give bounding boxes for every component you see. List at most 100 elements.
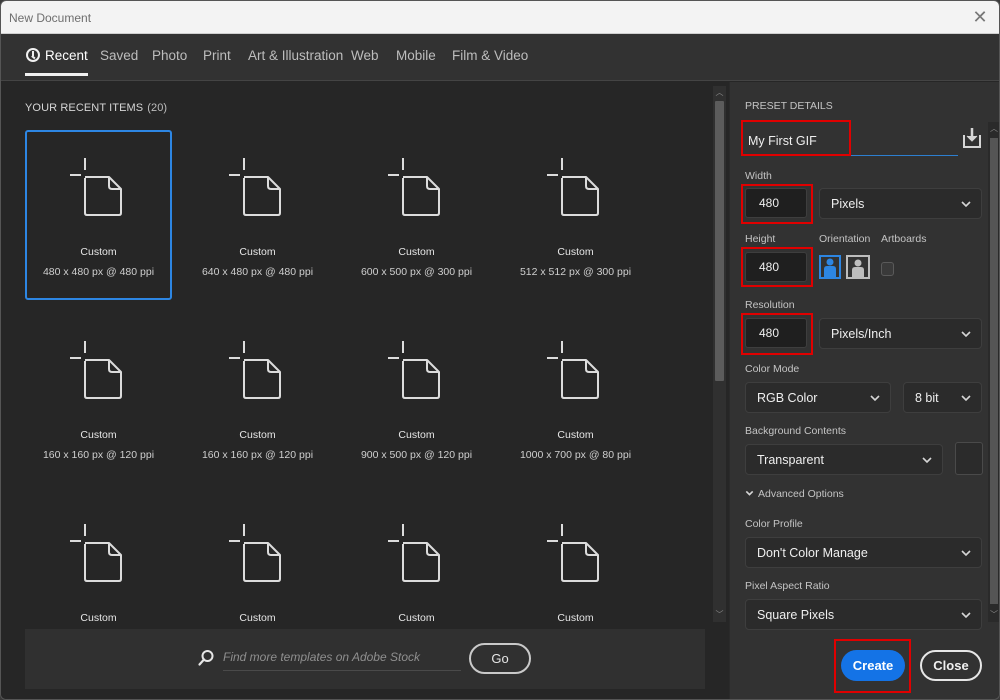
- portrait-icon: [824, 258, 836, 277]
- tab-print[interactable]: Print: [203, 48, 231, 63]
- stock-search-input[interactable]: [223, 643, 461, 671]
- title-bar: New Document ✕: [1, 1, 999, 34]
- document-icon: [547, 158, 599, 216]
- background-contents-select[interactable]: Transparent: [745, 444, 943, 475]
- recent-item-card[interactable]: Custom: [25, 496, 172, 622]
- recent-count: (20): [147, 102, 168, 114]
- document-icon: [547, 524, 599, 582]
- scroll-up-icon[interactable]: ︿: [988, 123, 999, 135]
- category-tabs: Recent Saved Photo Print Art & Illustrat…: [1, 34, 999, 81]
- document-name-input[interactable]: [742, 126, 958, 156]
- tab-label: Recent: [45, 48, 88, 63]
- color-mode-select[interactable]: RGB Color: [745, 382, 891, 413]
- recent-item-card[interactable]: Custom 160 x 160 px @ 120 ppi: [184, 313, 331, 483]
- artboards-checkbox[interactable]: [881, 262, 894, 276]
- preset-details-pane: PRESET DETAILS Width Pixels Height Orien…: [729, 82, 999, 699]
- tab-mobile[interactable]: Mobile: [396, 48, 436, 63]
- pixel-aspect-ratio-select[interactable]: Square Pixels: [745, 599, 982, 630]
- chevron-down-icon: [961, 550, 971, 557]
- scrollbar-thumb[interactable]: [990, 138, 998, 604]
- document-icon: [229, 341, 281, 399]
- search-icon: [198, 650, 214, 666]
- recent-item-dimensions: 160 x 160 px @ 120 ppi: [42, 449, 155, 461]
- landscape-orientation-button[interactable]: [846, 255, 870, 279]
- new-document-dialog: New Document ✕ Recent Saved Photo Print …: [0, 0, 1000, 700]
- recent-item-card[interactable]: Custom: [343, 496, 490, 622]
- stock-search-bar: Go: [25, 629, 705, 689]
- tab-photo[interactable]: Photo: [152, 48, 187, 63]
- document-icon: [547, 341, 599, 399]
- recent-item-card[interactable]: Custom: [502, 496, 649, 622]
- clock-icon: [26, 48, 40, 62]
- go-button[interactable]: Go: [469, 643, 531, 674]
- document-icon: [70, 341, 122, 399]
- resolution-unit-value: Pixels/Inch: [831, 327, 892, 341]
- scrollbar-thumb[interactable]: [715, 101, 724, 381]
- background-contents-label: Background Contents: [745, 425, 846, 437]
- recent-item-card[interactable]: Custom 160 x 160 px @ 120 ppi: [25, 313, 172, 483]
- document-icon: [70, 524, 122, 582]
- width-input[interactable]: [745, 188, 807, 218]
- chevron-down-icon: [961, 395, 971, 402]
- recent-item-dimensions: 640 x 480 px @ 480 ppi: [201, 266, 314, 278]
- advanced-options-label: Advanced Options: [758, 488, 844, 500]
- recent-item-card[interactable]: Custom 600 x 500 px @ 300 ppi: [343, 130, 490, 300]
- close-button[interactable]: Close: [920, 650, 982, 681]
- tab-web[interactable]: Web: [351, 48, 379, 63]
- height-label: Height: [745, 233, 776, 245]
- portrait-orientation-button[interactable]: [819, 255, 841, 279]
- close-icon[interactable]: ✕: [969, 6, 991, 28]
- landscape-icon: [852, 259, 864, 277]
- background-color-swatch[interactable]: [955, 442, 983, 475]
- recent-item-name: Custom: [557, 246, 594, 258]
- recent-item-name: Custom: [398, 429, 435, 441]
- pixel-aspect-ratio-value: Square Pixels: [757, 608, 835, 622]
- document-icon: [229, 158, 281, 216]
- tab-recent[interactable]: Recent: [25, 48, 88, 76]
- chevron-down-icon: [961, 201, 971, 208]
- recent-item-card[interactable]: Custom 900 x 500 px @ 120 ppi: [343, 313, 490, 483]
- document-icon: [229, 524, 281, 582]
- bit-depth-select[interactable]: 8 bit: [903, 382, 982, 413]
- document-icon: [388, 341, 440, 399]
- save-preset-icon[interactable]: [962, 127, 982, 149]
- recent-item-card[interactable]: Custom 640 x 480 px @ 480 ppi: [184, 130, 331, 300]
- resolution-label: Resolution: [745, 299, 795, 311]
- recent-item-dimensions: 900 x 500 px @ 120 ppi: [360, 449, 473, 461]
- recent-item-name: Custom: [557, 612, 594, 622]
- bit-depth-value: 8 bit: [915, 391, 939, 405]
- tab-film-video[interactable]: Film & Video: [452, 48, 528, 63]
- recent-scrollbar[interactable]: ︿ ﹀: [713, 86, 726, 622]
- orientation-label: Orientation: [819, 233, 871, 245]
- resolution-unit-select[interactable]: Pixels/Inch: [819, 318, 982, 349]
- recent-item-name: Custom: [239, 429, 276, 441]
- recent-item-card[interactable]: Custom 512 x 512 px @ 300 ppi: [502, 130, 649, 300]
- tab-saved[interactable]: Saved: [100, 48, 138, 63]
- recent-item-dimensions: 480 x 480 px @ 480 ppi: [42, 266, 155, 278]
- scroll-up-icon[interactable]: ︿: [713, 87, 726, 99]
- recent-item-card[interactable]: Custom 1000 x 700 px @ 80 ppi: [502, 313, 649, 483]
- document-icon: [70, 158, 122, 216]
- recent-item-name: Custom: [557, 429, 594, 441]
- width-unit-select[interactable]: Pixels: [819, 188, 982, 219]
- recent-item-name: Custom: [398, 246, 435, 258]
- recent-item-name: Custom: [80, 612, 117, 622]
- recent-item-card[interactable]: Custom 480 x 480 px @ 480 ppi: [25, 130, 172, 300]
- height-input[interactable]: [745, 252, 807, 282]
- width-unit-value: Pixels: [831, 197, 865, 211]
- recent-heading-text: YOUR RECENT ITEMS: [25, 102, 144, 114]
- scroll-down-icon[interactable]: ﹀: [988, 609, 999, 621]
- create-button[interactable]: Create: [841, 650, 905, 681]
- chevron-down-icon: [961, 612, 971, 619]
- preset-scrollbar[interactable]: ︿ ﹀: [988, 122, 999, 622]
- scroll-down-icon[interactable]: ﹀: [713, 609, 726, 621]
- recent-item-card[interactable]: Custom: [184, 496, 331, 622]
- recent-item-dimensions: 160 x 160 px @ 120 ppi: [201, 449, 314, 461]
- color-profile-label: Color Profile: [745, 518, 803, 530]
- color-profile-select[interactable]: Don't Color Manage: [745, 537, 982, 568]
- resolution-input[interactable]: [745, 318, 807, 348]
- recent-item-name: Custom: [80, 246, 117, 258]
- tab-art-illustration[interactable]: Art & Illustration: [248, 48, 343, 63]
- advanced-options-toggle[interactable]: Advanced Options: [745, 488, 844, 500]
- recent-items-grid: Custom 480 x 480 px @ 480 ppi Custom 640 x …: [25, 130, 685, 622]
